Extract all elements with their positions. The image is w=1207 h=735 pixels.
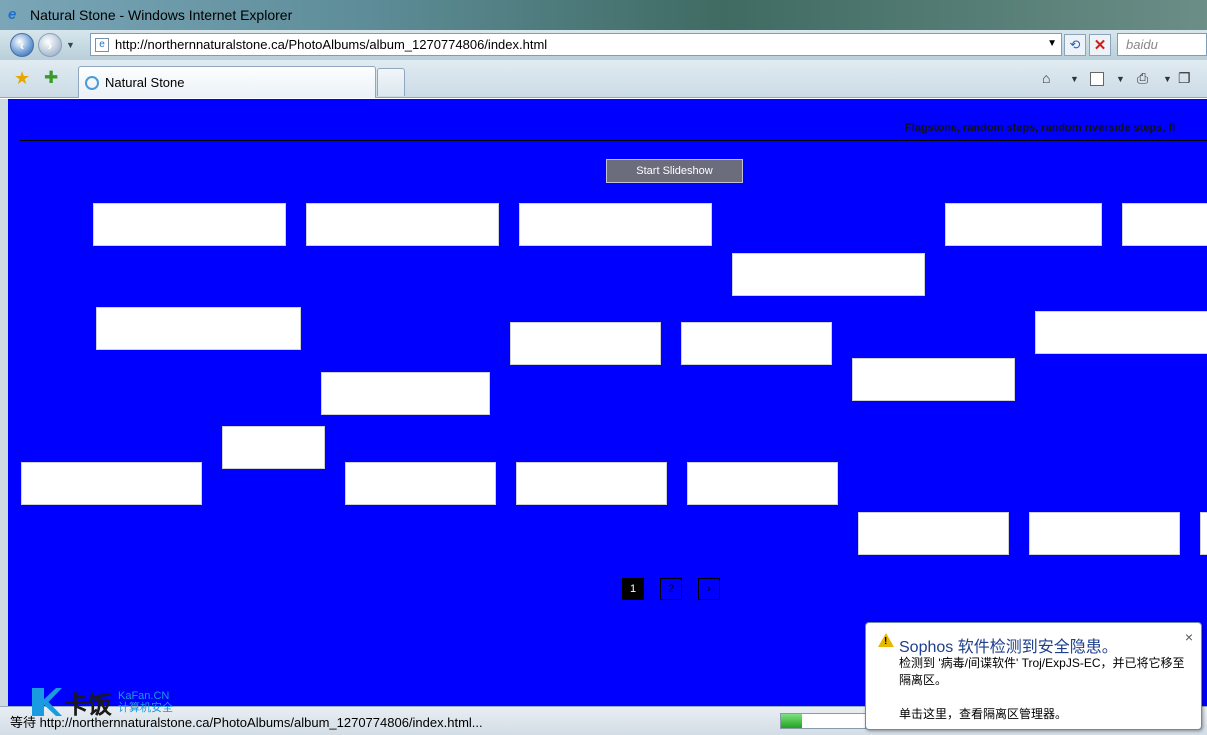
feeds-icon[interactable] (1090, 72, 1104, 86)
page-2-link[interactable]: 2 (660, 578, 682, 600)
refresh-button[interactable]: ⟲ (1064, 34, 1086, 56)
divider (20, 140, 1207, 141)
stop-button[interactable]: ✕ (1089, 34, 1111, 56)
photo-thumbnail[interactable] (1122, 203, 1207, 246)
photo-thumbnail[interactable] (96, 307, 301, 350)
watermark-main: 卡饭 (64, 691, 112, 719)
next-page-link[interactable]: › (698, 578, 720, 600)
photo-thumbnail[interactable] (519, 203, 712, 246)
photo-thumbnail[interactable] (858, 512, 1009, 555)
window-title: Natural Stone - Windows Internet Explore… (30, 7, 293, 23)
address-dropdown-icon[interactable]: ▼ (1047, 38, 1057, 49)
photo-thumbnail[interactable] (321, 372, 490, 415)
photo-thumbnail[interactable] (345, 462, 496, 505)
tab-natural-stone[interactable]: Natural Stone (78, 66, 376, 98)
watermark-sub1: KaFan.CN (118, 690, 170, 702)
forward-button[interactable]: › (38, 33, 62, 57)
address-bar[interactable]: e http://northernnaturalstone.ca/PhotoAl… (90, 33, 1062, 56)
window-border (0, 99, 8, 706)
page-menu-icon[interactable]: ❐ (1178, 70, 1191, 87)
photo-thumbnail[interactable] (516, 462, 667, 505)
photo-thumbnail[interactable] (93, 203, 286, 246)
photo-thumbnail[interactable] (306, 203, 499, 246)
home-icon[interactable]: ⌂ (1042, 70, 1050, 86)
address-url[interactable]: http://northernnaturalstone.ca/PhotoAlbu… (115, 37, 547, 52)
page-icon: e (95, 37, 109, 52)
favorites-star-icon[interactable]: ★ (14, 68, 30, 89)
kafan-logo-icon (32, 688, 62, 716)
progress-fill (781, 714, 802, 728)
progress-bar (780, 713, 866, 729)
print-dropdown-icon[interactable]: ▼ (1163, 74, 1172, 84)
kafan-watermark: 卡饭 KaFan.CN 计算机安全 (32, 686, 173, 719)
photo-thumbnail[interactable] (681, 322, 832, 365)
photo-thumbnail[interactable] (1035, 311, 1207, 354)
page-content: Flagstone, random steps, random riversid… (8, 99, 1207, 706)
album-caption: Flagstone, random steps, random riversid… (905, 122, 1176, 134)
back-button[interactable]: ‹ (10, 33, 34, 57)
close-icon[interactable]: × (1185, 629, 1193, 645)
watermark-sub2: 计算机安全 (118, 702, 173, 714)
feeds-dropdown-icon[interactable]: ▼ (1116, 74, 1125, 84)
ie-logo-icon: e (8, 6, 17, 23)
page-1-link[interactable]: 1 (622, 578, 644, 600)
window-titlebar: e Natural Stone - Windows Internet Explo… (0, 0, 1207, 30)
sophos-alert-popup[interactable]: ! Sophos 软件检测到安全隐患。 × 检测到 '病毒/间谍软件' Troj… (865, 622, 1202, 730)
new-tab-button[interactable] (377, 68, 405, 96)
tab-label: Natural Stone (105, 75, 185, 90)
photo-thumbnail[interactable] (852, 358, 1015, 401)
home-dropdown-icon[interactable]: ▼ (1070, 74, 1079, 84)
popup-body: 检测到 '病毒/间谍软件' Troj/ExpJS-EC，并已将它移至隔离区。 (899, 656, 1185, 687)
photo-thumbnail[interactable] (510, 322, 661, 365)
photo-thumbnail[interactable] (1200, 512, 1207, 555)
photo-thumbnail[interactable] (687, 462, 838, 505)
loading-icon (85, 75, 99, 90)
search-input[interactable]: baidu (1117, 33, 1207, 56)
photo-thumbnail[interactable] (1029, 512, 1180, 555)
start-slideshow-button[interactable]: Start Slideshow (606, 159, 743, 183)
photo-thumbnail[interactable] (222, 426, 325, 469)
photo-thumbnail[interactable] (21, 462, 202, 505)
add-favorites-icon[interactable]: ✚ (44, 68, 58, 88)
quarantine-manager-link[interactable]: 单击这里，查看隔离区管理器。 (899, 705, 1067, 722)
popup-title: Sophos 软件检测到安全隐患。 (899, 639, 1118, 656)
tab-toolbar: ★ ✚ Natural Stone ⌂ ▼ ▼ ⎙ ▼ ❐ (0, 60, 1207, 98)
address-toolbar: ‹ › ▼ e http://northernnaturalstone.ca/P… (0, 30, 1207, 60)
recent-pages-dropdown-icon[interactable]: ▼ (66, 40, 76, 50)
print-icon[interactable]: ⎙ (1137, 70, 1148, 87)
photo-thumbnail[interactable] (732, 253, 925, 296)
photo-thumbnail[interactable] (945, 203, 1102, 246)
